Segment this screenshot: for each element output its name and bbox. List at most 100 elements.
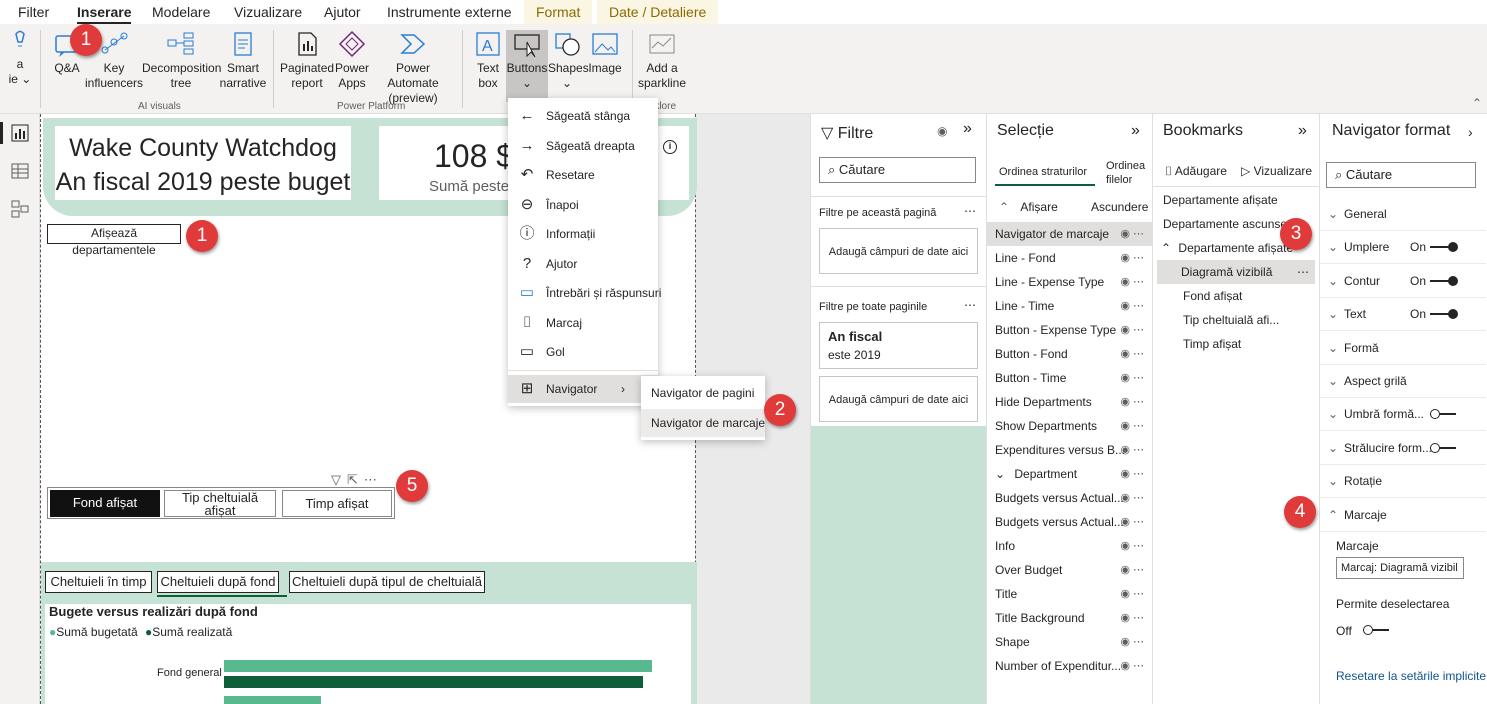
bar-chart[interactable]: Bugete versus realizări după fond ●Sumă … — [45, 604, 691, 704]
ribbon-partial-button[interactable]: a ie ⌄ — [6, 30, 34, 87]
visibility-icon[interactable]: ◉ ⋯ — [1120, 270, 1144, 294]
format-search-input[interactable]: ⌕ Căutare — [1326, 162, 1476, 188]
view-bookmark-button[interactable]: ▷ Vizualizare — [1241, 164, 1312, 178]
selection-item[interactable]: ⌄ Department ◉ ⋯ — [987, 462, 1152, 486]
title-card[interactable]: Wake County Watchdog An fiscal 2019 pest… — [55, 126, 351, 200]
tab-ajutor[interactable]: Ajutor — [324, 0, 361, 24]
bookmark-group[interactable]: ⌃ Departamente afișate — [1161, 241, 1293, 255]
power-automate-button[interactable]: Power Automate (preview) — [370, 30, 456, 106]
visibility-icon[interactable]: ◉ ⋯ — [1120, 294, 1144, 318]
filters-search-input[interactable]: ⌕ Căutare — [819, 157, 976, 183]
collapse-filters-icon[interactable]: » — [963, 120, 972, 138]
menu-item-navigator-pagini[interactable]: Navigator de pagini — [651, 380, 754, 406]
tab-modelare[interactable]: Modelare — [152, 0, 210, 24]
selection-item[interactable]: Button - Expense Type ◉ ⋯ — [987, 318, 1152, 342]
bookmark-navigator[interactable]: Fond afișat Tip cheltuială afișat Timp a… — [47, 487, 395, 519]
deselect-toggle[interactable] — [1363, 625, 1391, 635]
menu-item-sageata-dreapta[interactable]: → Săgeată dreapta — [508, 132, 660, 160]
visibility-icon[interactable]: ◉ ⋯ — [1120, 510, 1144, 534]
selection-item[interactable]: Over Budget ◉ ⋯ — [987, 558, 1152, 582]
menu-item-inapoi[interactable]: ⊖ Înapoi — [508, 191, 660, 219]
selection-item[interactable]: Line - Expense Type ◉ ⋯ — [987, 270, 1152, 294]
text-box-button[interactable]: A Text box — [470, 30, 506, 91]
format-card[interactable]: ⌄ Text On — [1320, 298, 1486, 332]
selection-item[interactable]: Expenditures versus B... ◉ ⋯ — [987, 438, 1152, 462]
image-button[interactable]: Image — [586, 30, 624, 76]
visibility-icon[interactable]: ◉ ⋯ — [1120, 246, 1144, 270]
filter-card-an-fiscal[interactable]: An fiscal este 2019 — [819, 322, 978, 369]
selection-item[interactable]: Shape ◉ ⋯ — [987, 630, 1152, 654]
add-sparkline-button[interactable]: Add a sparkline — [636, 30, 688, 91]
selection-item[interactable]: Hide Departments ◉ ⋯ — [987, 390, 1152, 414]
selection-item[interactable]: Title ◉ ⋯ — [987, 582, 1152, 606]
report-view-icon[interactable] — [11, 124, 29, 142]
visibility-icon[interactable]: ◉ ⋯ — [1120, 414, 1144, 438]
visibility-icon[interactable]: ◉ ⋯ — [1120, 390, 1144, 414]
visibility-icon[interactable]: ◉ ⋯ — [1120, 558, 1144, 582]
visibility-icon[interactable]: ◉ ⋯ — [1120, 654, 1144, 678]
tab-format[interactable]: Format — [524, 0, 593, 24]
show-all-button[interactable]: ⌃ Afișare — [999, 200, 1058, 214]
collapse-ribbon-icon[interactable]: ⌃ — [1472, 96, 1482, 110]
format-card[interactable]: ⌄ General — [1320, 198, 1486, 231]
decomposition-tree-button[interactable]: Decomposition tree — [142, 30, 221, 91]
power-apps-button[interactable]: Power Apps — [334, 30, 370, 91]
bookmark-item[interactable]: Departamente ascunse — [1163, 217, 1287, 231]
collapse-format-icon[interactable]: › — [1468, 124, 1473, 140]
format-card[interactable]: ⌄ Contur On — [1320, 265, 1486, 298]
add-fields-all-pages[interactable]: Adaugă câmpuri de date aici — [819, 376, 978, 422]
bar-actual-fond-general[interactable] — [224, 676, 643, 688]
info-icon[interactable]: i — [663, 140, 677, 154]
menu-item-sageata-stanga[interactable]: ← Săgeată stânga — [508, 102, 660, 130]
menu-item-ajutor[interactable]: ? Ajutor — [508, 250, 660, 278]
data-view-icon[interactable] — [11, 162, 29, 180]
model-view-icon[interactable] — [11, 200, 29, 218]
visibility-icon[interactable]: ◉ ⋯ — [1120, 534, 1144, 558]
visibility-icon[interactable]: ◉ ⋯ — [1120, 462, 1144, 486]
menu-item-navigator-marcaje[interactable]: Navigator de marcaje — [641, 409, 765, 437]
more-options-icon[interactable]: ⋯ — [964, 298, 976, 312]
format-card[interactable]: ⌄ Strălucire form... — [1320, 432, 1486, 465]
bookmark-item[interactable]: Departamente afișate — [1163, 193, 1278, 207]
chart-tab-cheltuieli-fond[interactable]: Cheltuieli după fond — [157, 571, 279, 593]
toggle-switch[interactable] — [1430, 442, 1458, 453]
visibility-icon[interactable]: ◉ ⋯ — [1120, 486, 1144, 510]
selection-item[interactable]: Budgets versus Actual... ◉ ⋯ — [987, 486, 1152, 510]
toggle-switch[interactable] — [1430, 275, 1458, 286]
visibility-icon[interactable]: ◉ ⋯ — [1120, 318, 1144, 342]
bookmark-item[interactable]: Fond afișat — [1183, 289, 1242, 303]
shapes-button[interactable]: Shapes ⌄ — [548, 30, 589, 91]
paginated-report-button[interactable]: Paginated report — [280, 30, 334, 91]
collapse-selection-icon[interactable]: » — [1131, 122, 1140, 140]
selection-item[interactable]: Budgets versus Actual... ◉ ⋯ — [987, 510, 1152, 534]
visibility-icon[interactable]: ◉ ⋯ — [1120, 342, 1144, 366]
toggle-switch[interactable] — [1430, 409, 1458, 420]
smart-narrative-button[interactable]: Smart narrative — [218, 30, 268, 91]
visibility-icon[interactable]: ◉ ⋯ — [1120, 366, 1144, 390]
bar-budget-next-category[interactable] — [224, 696, 321, 704]
selection-item[interactable]: Navigator de marcaje ◉ ⋯ — [987, 222, 1152, 246]
more-options-icon[interactable]: ⋯ — [964, 204, 976, 218]
eye-icon[interactable]: ◉ — [937, 124, 947, 138]
reset-defaults-link[interactable]: Resetare la setările implicite — [1336, 669, 1486, 683]
selection-item[interactable]: Number of Expenditur... ◉ ⋯ — [987, 654, 1152, 678]
tab-inserare[interactable]: Inserare — [77, 0, 132, 24]
chart-tab-cheltuieli-tip[interactable]: Cheltuieli după tipul de cheltuială — [289, 571, 485, 593]
menu-item-intrebari[interactable]: ▭ Întrebări și răspunsuri — [508, 279, 661, 307]
buttons-button[interactable]: Buttons ⌄ — [506, 30, 548, 102]
add-bookmark-button[interactable]: ⌷ Adăugare — [1165, 164, 1227, 179]
nav-button-fond-afisat[interactable]: Fond afișat — [50, 490, 160, 517]
format-card[interactable]: ⌄ Formă — [1320, 332, 1486, 365]
show-departments-button[interactable]: Afișează departamentele — [47, 224, 181, 257]
bookmark-item-selected[interactable]: Diagramă vizibilă ⋯ — [1157, 260, 1315, 284]
selection-item[interactable]: Button - Fond ◉ ⋯ — [987, 342, 1152, 366]
format-card[interactable]: ⌄ Umbră formă... — [1320, 398, 1486, 432]
tab-filter[interactable]: Filter — [18, 0, 49, 24]
selection-item[interactable]: Button - Time ◉ ⋯ — [987, 366, 1152, 390]
visibility-icon[interactable]: ◉ ⋯ — [1120, 606, 1144, 630]
nav-button-timp-afisat[interactable]: Timp afișat — [282, 490, 392, 517]
visibility-icon[interactable]: ◉ ⋯ — [1120, 438, 1144, 462]
collapse-bookmarks-icon[interactable]: » — [1298, 122, 1307, 140]
marcaje-select[interactable]: Marcaj: Diagramă vizibil — [1336, 557, 1464, 579]
bookmark-item[interactable]: Tip cheltuială afi... — [1183, 313, 1279, 327]
